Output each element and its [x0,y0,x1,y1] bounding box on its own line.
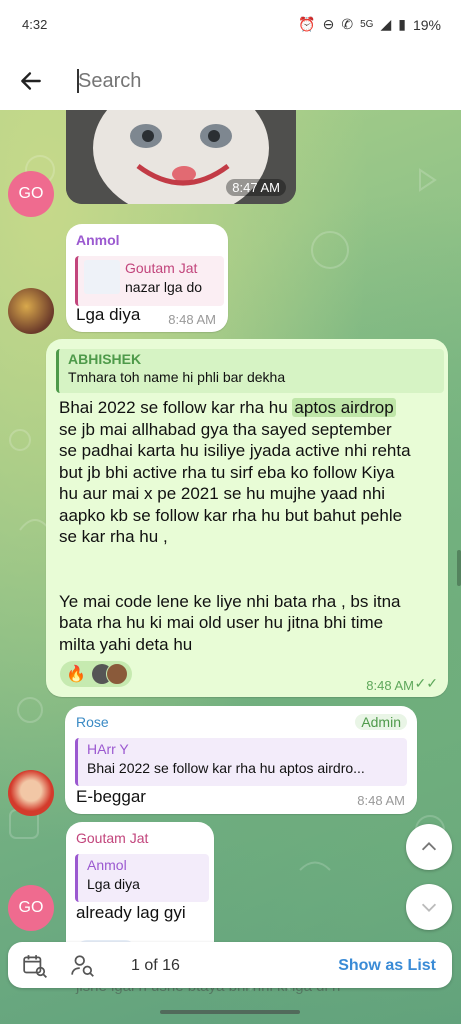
search-results-bar: 1 of 16 Show as List [8,942,452,988]
message-rose[interactable]: Rose Admin HArr Y Bhai 2022 se follow ka… [65,706,417,814]
avatar-initials: GO [18,185,44,202]
message-time: 8:48 AM [168,312,216,327]
alarm-icon: ⏰ [298,16,316,32]
reply-text: Lga diya [87,876,140,892]
reactions[interactable]: 🔥 [60,661,132,687]
avatar-goutam[interactable]: GO [8,885,54,931]
avatar-rose[interactable] [8,770,54,816]
reply-text: Tmhara toh name hi phli bar dekha [68,369,286,385]
message-line: hu aur mai x pe 2021 se hu mujhe yaad nh… [59,484,386,503]
scrollbar[interactable] [457,550,461,586]
home-indicator [160,1010,300,1014]
show-as-list-button[interactable]: Show as List [338,957,436,975]
message-line: Ye mai code lene ke liye nhi bata rha , … [59,591,401,611]
reply-sender: ABHISHEK [68,351,142,367]
message-line: but jb bhi active rha tu sirf eba ko fol… [59,462,395,482]
message-text: already lag gyi [76,903,186,922]
message-time: 8:48 AM [366,678,414,693]
photo-message[interactable]: 8:47 AM [66,110,296,204]
avatar-goutam[interactable]: GO [8,171,54,217]
search-header [0,52,461,110]
message-line: se padhai karta hu isiliye jyada active … [59,441,411,460]
dnd-icon: ⊖ [322,16,335,32]
message-line: se jb mai allhabad gya tha sayed septemb… [59,419,392,439]
search-highlight: aptos airdrop [292,398,396,417]
message-text: Bhai 2022 se follow kar rha hu aptos air… [59,397,444,655]
status-icons: ⏰ ⊖ ✆ 5G ◢ ▮ 19% [298,16,441,33]
battery-icon: ▮ [398,16,406,32]
avatar-anmol[interactable] [8,288,54,334]
sender-name: Rose [76,714,109,730]
user-search-icon[interactable] [70,953,96,979]
back-arrow-icon[interactable] [18,68,44,94]
reply-quote[interactable]: HArr Y Bhai 2022 se follow kar rha hu ap… [75,738,407,786]
battery-percent: 19% [412,16,441,33]
sender-name: Anmol [76,232,120,248]
scroll-down-button[interactable] [406,884,452,930]
photo-time: 8:47 AM [226,179,286,196]
scroll-up-button[interactable] [406,824,452,870]
reply-text: Bhai 2022 se follow kar rha hu aptos air… [87,760,365,776]
message-line: milta yahi deta hu [59,634,193,654]
reply-quote[interactable]: ABHISHEK Tmhara toh name hi phli bar dek… [56,349,444,393]
reply-text: nazar lga do [125,279,203,295]
reply-sender: Anmol [87,857,127,873]
chevron-up-icon [421,842,437,851]
search-input[interactable] [78,68,378,94]
status-time: 4:32 [22,17,48,32]
admin-badge: Admin [355,714,407,730]
avatar-initials: GO [18,899,44,916]
fire-reaction-icon: 🔥 [66,666,86,683]
reply-quote[interactable]: Anmol Lga diya [75,854,209,902]
network-label: 5G [360,19,374,30]
reply-quote[interactable]: Goutam Jat nazar lga do [75,256,224,306]
text-cursor [77,69,79,93]
chat-area[interactable]: 8:47 AM GO Anmol Goutam Jat nazar lga do… [0,110,461,1024]
chevron-down-icon [421,903,437,912]
message-line: bata rha hu ki mai old user hu jitna bhi… [59,613,384,632]
signal-icon: ◢ [380,16,392,32]
message-line: se kar rha hu , [59,527,168,546]
status-bar: 4:32 ⏰ ⊖ ✆ 5G ◢ ▮ 19% [0,0,461,52]
message-line [59,548,444,570]
message-text: Lga diya [76,305,141,324]
calendar-search-icon[interactable] [22,953,48,979]
result-counter: 1 of 16 [131,957,180,974]
message-line: aapko kb se follow kar rha hu but bahut … [59,505,403,525]
wifi-call-icon: ✆ [341,16,354,32]
reply-sender: HArr Y [87,741,129,757]
message-line: Bhai 2022 se follow kar rha hu aptos air… [59,398,396,417]
double-check-icon: ✓✓ [414,675,438,691]
sender-name: Goutam Jat [76,830,149,846]
reactor-avatar [105,663,128,685]
message-text: E-beggar [76,787,146,806]
message-line [59,569,444,591]
reply-thumbnail [84,260,120,294]
message-anmol[interactable]: Anmol Goutam Jat nazar lga do Lga diya 8… [66,224,228,332]
message-outgoing-long[interactable]: ABHISHEK Tmhara toh name hi phli bar dek… [46,339,448,697]
reply-sender: Goutam Jat [125,260,198,276]
message-time: 8:48 AM [357,793,405,808]
